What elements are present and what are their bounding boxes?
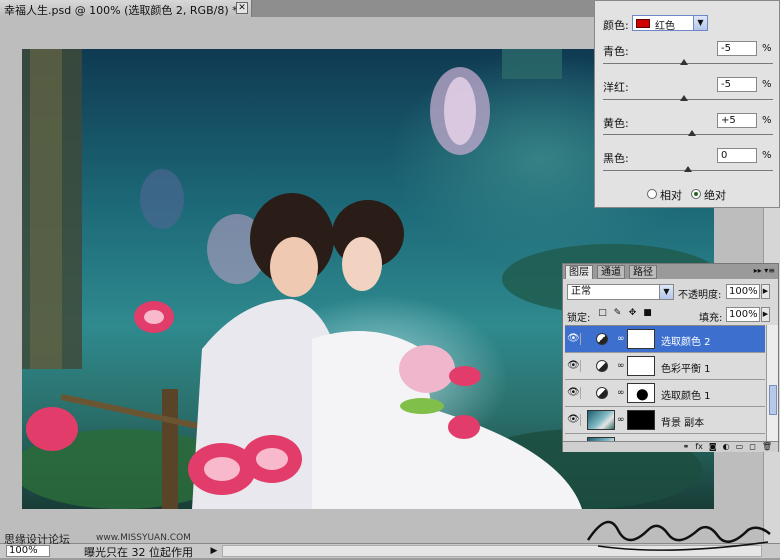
tab-channels[interactable]: 通道: [597, 265, 625, 279]
fx-icon[interactable]: fx: [695, 442, 703, 452]
blend-mode-dropdown[interactable]: 正常 ▼: [567, 284, 674, 300]
magenta-slider-thumb[interactable]: [679, 95, 688, 101]
eye-icon[interactable]: 👁: [567, 387, 581, 399]
chevron-down-icon[interactable]: ▼: [659, 285, 673, 299]
opacity-arrow-icon[interactable]: ▶: [761, 284, 770, 299]
layers-panel: 图层 通道 路径 ▸▸ ▾≡ 正常 ▼ 不透明度: 100% ▶ 锁定: □ ✎…: [562, 263, 779, 452]
layer-name: 选取颜色 2: [661, 337, 711, 348]
link-icon: ∞: [617, 388, 625, 398]
layer-row[interactable]: 👁 ∞ 选取颜色 2: [565, 326, 765, 353]
layers-scrollbar[interactable]: [766, 325, 778, 441]
cyan-slider-track[interactable]: [603, 63, 773, 64]
lock-all-icon[interactable]: ■: [642, 308, 653, 319]
cyan-unit: %: [762, 43, 772, 54]
watermark-url: www.MISSYUAN.COM: [96, 533, 191, 543]
color-swatch: [636, 19, 650, 28]
tab-layers[interactable]: 图层: [565, 265, 593, 279]
cyan-label: 青色:: [603, 45, 629, 58]
fill-arrow-icon[interactable]: ▶: [761, 307, 770, 322]
link-icon[interactable]: ⚭: [683, 442, 690, 452]
adjustment-layer-icon: [596, 360, 608, 372]
magenta-label: 洋红:: [603, 81, 629, 94]
color-dropdown-value: 红色: [655, 21, 675, 32]
signature-handwriting: [586, 520, 771, 551]
blend-mode-value: 正常: [571, 286, 591, 297]
yellow-slider-thumb[interactable]: [688, 130, 697, 136]
lock-transparency-icon[interactable]: □: [597, 308, 608, 319]
eye-icon[interactable]: 👁: [567, 360, 581, 372]
adjustment-layer-icon: [596, 387, 608, 399]
layers-panel-footer: ⚭ fx ◙ ◐ ▭ ◻ 🗑: [563, 441, 778, 452]
color-dropdown[interactable]: 红色 ▼: [632, 15, 708, 32]
black-slider-thumb[interactable]: [684, 166, 692, 172]
layer-name: 色彩平衡 1: [661, 364, 711, 375]
watermark-site: 思缘设计论坛: [4, 533, 70, 546]
document-tab[interactable]: 幸福人生.psd @ 100% (选取颜色 2, RGB/8) * ✕: [0, 0, 252, 17]
layers-panel-tabs: 图层 通道 路径 ▸▸ ▾≡: [563, 264, 778, 279]
fill-label: 填充:: [699, 313, 723, 324]
adjustment-icon[interactable]: ◐: [723, 442, 730, 452]
selective-color-panel: 颜色: 红色 ▼ 青色: -5 % 洋红: -5 % 黄色: +5 % 黑色: …: [594, 0, 780, 208]
layers-scrollbar-thumb[interactable]: [769, 385, 777, 415]
folder-icon[interactable]: ▭: [736, 442, 744, 452]
fill-input[interactable]: 100%: [726, 307, 760, 322]
link-icon: ∞: [617, 361, 625, 371]
absolute-radio[interactable]: [691, 189, 701, 199]
panel-menu-icon[interactable]: ▸▸ ▾≡: [754, 266, 775, 275]
lock-position-icon[interactable]: ✥: [627, 308, 638, 319]
color-label: 颜色:: [603, 19, 629, 32]
magenta-value-input[interactable]: -5: [717, 77, 757, 92]
relative-label: 相对: [660, 189, 682, 202]
layer-row[interactable]: 👁 ∞ 选取颜色 1: [565, 380, 765, 407]
opacity-input[interactable]: 100%: [726, 284, 760, 299]
layer-row[interactable]: 👁 ∞ 背景 副本: [565, 407, 765, 434]
layer-row[interactable]: 👁 ∞ 色彩平衡 1: [565, 353, 765, 380]
eye-icon[interactable]: 👁: [567, 414, 581, 426]
black-label: 黑色:: [603, 152, 629, 165]
link-icon: ∞: [617, 334, 625, 344]
eye-icon[interactable]: 👁: [567, 333, 581, 345]
magenta-unit: %: [762, 79, 772, 90]
magenta-slider-track[interactable]: [603, 99, 773, 100]
status-menu-arrow-icon[interactable]: ▶: [208, 545, 220, 557]
document-tab-title: 幸福人生.psd @ 100% (选取颜色 2, RGB/8) *: [4, 4, 238, 17]
chevron-down-icon[interactable]: ▼: [693, 16, 707, 30]
link-icon: ∞: [617, 415, 625, 425]
layer-thumbnail: [587, 410, 615, 430]
cyan-slider-thumb[interactable]: [679, 59, 688, 65]
yellow-label: 黄色:: [603, 117, 629, 130]
relative-radio[interactable]: [647, 189, 657, 199]
adjustment-layer-icon: [596, 333, 608, 345]
layer-list: 👁 ∞ 选取颜色 2 👁 ∞ 色彩平衡 1 👁 ∞ 选取颜色 1 👁 ∞ 背景 …: [565, 325, 765, 441]
yellow-value-input[interactable]: +5: [717, 113, 757, 128]
yellow-unit: %: [762, 115, 772, 126]
layer-row[interactable]: 👁 背景: [565, 434, 765, 441]
tab-paths[interactable]: 路径: [629, 265, 657, 279]
layer-mask-thumbnail[interactable]: [627, 383, 655, 403]
new-layer-icon[interactable]: ◻: [749, 442, 756, 452]
black-unit: %: [762, 150, 772, 161]
close-icon[interactable]: ✕: [236, 2, 248, 14]
lock-pixels-icon[interactable]: ✎: [612, 308, 623, 319]
opacity-label: 不透明度:: [678, 290, 722, 301]
layer-mask-thumbnail[interactable]: [627, 329, 655, 349]
trash-icon[interactable]: 🗑: [762, 442, 772, 452]
cyan-value-input[interactable]: -5: [717, 41, 757, 56]
lock-label: 锁定:: [567, 313, 591, 324]
layer-name: 背景 副本: [661, 418, 705, 429]
mask-icon[interactable]: ◙: [709, 442, 717, 452]
black-value-input[interactable]: 0: [717, 148, 757, 163]
lock-icons: □ ✎ ✥ ■: [597, 308, 653, 319]
layer-name: 选取颜色 1: [661, 391, 711, 402]
absolute-label: 绝对: [704, 189, 726, 202]
layer-mask-thumbnail[interactable]: [627, 410, 655, 430]
layer-mask-thumbnail[interactable]: [627, 356, 655, 376]
